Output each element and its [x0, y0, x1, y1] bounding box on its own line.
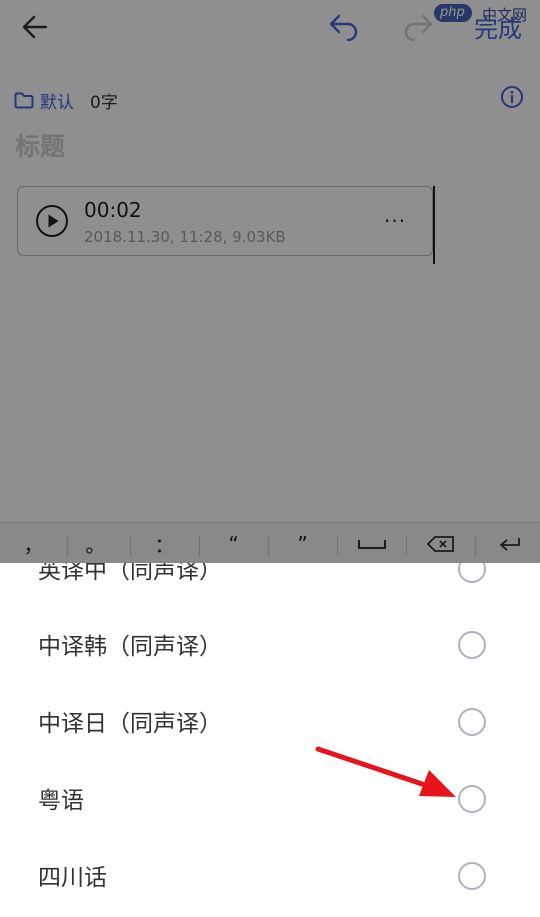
language-option-label: 中译日（同声译）	[38, 711, 222, 737]
language-option[interactable]: 中译日（同声译）	[0, 686, 540, 762]
language-option-label: 中译韩（同声译）	[38, 634, 222, 660]
language-sheet: 英译中（同声译） 中译韩（同声译） 中译日（同声译） 粤语 四川话	[0, 563, 540, 917]
language-option-label: 四川话	[38, 865, 107, 891]
language-option[interactable]: 粤语	[0, 763, 540, 839]
note-editor: 完成 默认 0字 标题 00:02 2018.11.30, 11:28, 9.0…	[0, 0, 540, 564]
radio-button[interactable]	[458, 785, 486, 813]
radio-button[interactable]	[458, 862, 486, 890]
language-option-label: 英译中（同声译）	[38, 563, 222, 584]
radio-button[interactable]	[458, 631, 486, 659]
language-option[interactable]: 中译韩（同声译）	[0, 609, 540, 685]
radio-button[interactable]	[458, 708, 486, 736]
language-option-label: 粤语	[38, 788, 84, 814]
dim-overlay[interactable]	[0, 0, 540, 563]
language-option[interactable]: 四川话	[0, 840, 540, 916]
radio-button[interactable]	[458, 563, 486, 583]
language-option[interactable]: 英译中（同声译）	[0, 563, 540, 609]
